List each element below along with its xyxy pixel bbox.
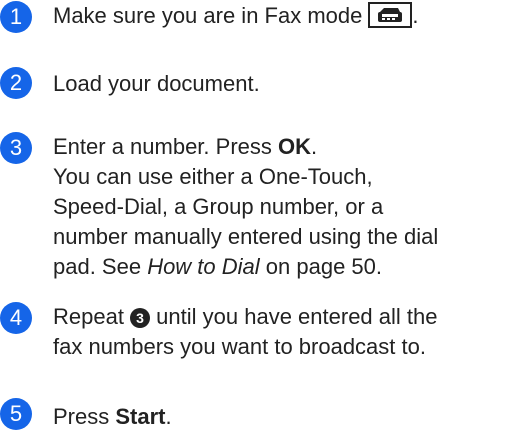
step-3-line2: You can use either a One-Touch, — [53, 164, 373, 189]
step-number-badge: 4 — [0, 302, 32, 334]
step-4-line2: fax numbers you want to broadcast to. — [53, 334, 426, 359]
step-3-line3: Speed-Dial, a Group number, or a — [53, 194, 384, 219]
step-number-badge: 1 — [0, 1, 32, 33]
step-1-period: . — [412, 3, 419, 28]
step-3-line1: Enter a number. Press — [53, 134, 278, 159]
step-3-line4: number manually entered using the dial — [53, 224, 439, 249]
step-text: Enter a number. Press OK. You can use ei… — [53, 132, 527, 282]
step-number-badge: 2 — [0, 67, 32, 99]
step-4-line1: Repeat — [53, 304, 131, 329]
step-text: Make sure you are in Fax mode. — [53, 1, 527, 31]
ok-key-label: OK — [278, 134, 311, 159]
step-text: Load your document. — [53, 69, 527, 99]
step-number-badge: 5 — [0, 398, 32, 430]
step-2-text: Load your document. — [53, 71, 260, 96]
step-5-text: Press — [53, 404, 116, 429]
step-3-line5: pad. See — [53, 254, 148, 279]
cross-reference: How to Dial — [147, 254, 260, 279]
step-text: Repeat 3 until you have entered all the … — [53, 302, 527, 362]
start-key-label: Start — [115, 404, 166, 429]
step-reference-icon: 3 — [130, 308, 151, 328]
step-text: Press Start. — [53, 404, 172, 429]
step-1-text: Make sure you are in Fax mode — [53, 3, 363, 28]
fax-key-icon — [368, 2, 413, 28]
step-number-badge: 3 — [0, 132, 32, 164]
